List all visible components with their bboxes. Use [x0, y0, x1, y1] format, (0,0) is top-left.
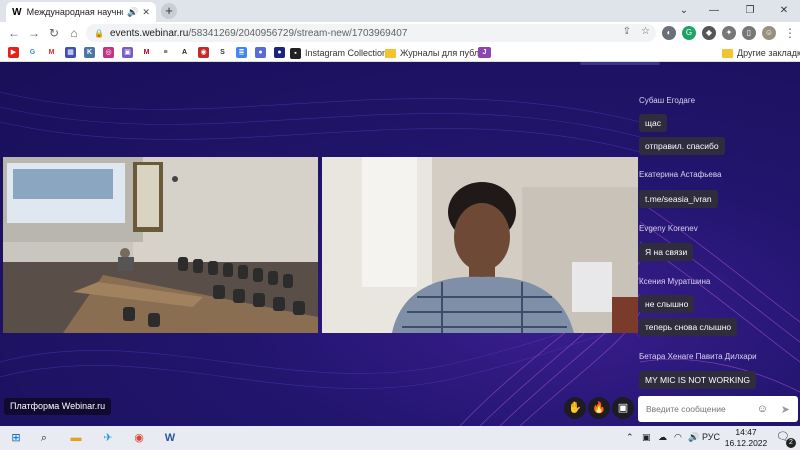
- bookmark-chat-icon[interactable]: ●: [255, 47, 266, 58]
- tab-close-icon[interactable]: ✕: [141, 7, 151, 18]
- chat-message-input[interactable]: [646, 404, 746, 414]
- jpg-bookmark-icon[interactable]: J: [478, 47, 491, 58]
- tab-search-icon[interactable]: ⌄: [670, 3, 698, 19]
- chat-author: Бетара Хенаге Павита Дилхари: [639, 352, 757, 361]
- bookmark-instagram-collection[interactable]: ▪ Instagram Collection: [290, 46, 387, 60]
- vk-bookmark-icon[interactable]: K: [84, 47, 95, 58]
- chat-panel: Субаш Егодаге щас отправил. спасибо Екат…: [636, 62, 800, 426]
- url-path: /58341269/2040956729/stream-new/17039694…: [188, 27, 408, 39]
- conference-hall-image: [3, 157, 318, 333]
- video-feed-conference-hall[interactable]: [3, 157, 318, 333]
- windows-start-icon[interactable]: ⊞: [8, 430, 24, 446]
- browser-tab[interactable]: W Международная научно-пр 🔊 ✕: [6, 2, 156, 22]
- webinar-favicon-icon: W: [12, 6, 22, 18]
- new-tab-button[interactable]: +: [161, 3, 177, 19]
- bookmark-ab-icon[interactable]: A: [179, 47, 190, 58]
- platform-label[interactable]: Платформа Webinar.ru: [4, 398, 112, 415]
- tab-title: Международная научно-пр: [26, 7, 124, 17]
- bookmark-journals-folder[interactable]: Журналы для публ...: [385, 46, 487, 60]
- chat-message: Я на связи: [639, 243, 694, 261]
- video-feed-speaker[interactable]: [322, 157, 638, 333]
- bookmark-red-icon[interactable]: M: [141, 47, 152, 58]
- folder-icon: [385, 48, 396, 58]
- bookmark-image-icon[interactable]: ▣: [122, 47, 133, 58]
- wifi-icon[interactable]: ◠: [674, 432, 682, 443]
- browser-toolbar: ← → ↻ ⌂ 🔒 events.webinar.ru/58341269/204…: [0, 22, 800, 44]
- youtube-bookmark-icon[interactable]: ▶: [8, 47, 19, 58]
- bookmark-star-icon[interactable]: ☆: [641, 26, 650, 37]
- extension-icon[interactable]: ◐: [662, 26, 676, 40]
- forward-button[interactable]: →: [26, 25, 42, 41]
- notification-count-badge: 2: [786, 438, 796, 448]
- tray-app-icon[interactable]: ▣: [642, 432, 651, 443]
- clock-date: 16.12.2022: [724, 438, 768, 448]
- screen-layout-icon[interactable]: ▣: [612, 397, 634, 419]
- windows-taskbar: ⊞ ⌕ ▬ ✈ ◉ W ⌃ ▣ ☁ ◠ 🔊 РУС 14:47 16.12.20…: [0, 426, 800, 450]
- search-icon[interactable]: ⌕: [36, 430, 52, 446]
- file-explorer-icon[interactable]: ▬: [68, 430, 84, 446]
- bookmark-circle-icon[interactable]: ◉: [198, 47, 209, 58]
- emoji-icon[interactable]: ☺: [757, 403, 768, 415]
- google-bookmark-icon[interactable]: G: [27, 47, 38, 58]
- bookmarks-bar: ▶ G M ▦ K ◎ ▣ M ≡ A ◉ S ≣ ● ● ▪ Instagra…: [0, 44, 800, 62]
- clock-time: 14:47: [735, 427, 757, 437]
- chat-author: Evgeny Korenev: [639, 224, 698, 233]
- instagram-bookmark-icon[interactable]: ◎: [103, 47, 114, 58]
- bookmark-label: Журналы для публ...: [400, 48, 487, 58]
- speaker-icon[interactable]: 🔊: [127, 7, 138, 18]
- chat-message-link[interactable]: t.me/seasia_ivran: [639, 190, 718, 208]
- menu-kebab-icon[interactable]: ⋮: [782, 25, 798, 41]
- webinar-stage: Платформа Webinar.ru ✋ 🔥 ▣ Субаш Егодаге…: [0, 62, 800, 426]
- tray-chevron-icon[interactable]: ⌃: [626, 432, 634, 443]
- chat-author: Екатерина Астафьева: [639, 170, 722, 179]
- share-icon[interactable]: ⇪: [623, 26, 631, 37]
- reaction-flame-icon[interactable]: 🔥: [588, 397, 610, 419]
- chat-author: Субаш Егодаге: [639, 96, 696, 105]
- bookmark-other-folder[interactable]: Другие закладки: [722, 46, 800, 60]
- instagram-collection-icon: ▪: [290, 47, 301, 59]
- minimize-button[interactable]: —: [700, 3, 728, 19]
- chat-message: MY MIC IS NOT WORKING: [639, 371, 756, 389]
- bookmark-s-icon[interactable]: S: [217, 47, 228, 58]
- back-button[interactable]: ←: [6, 25, 22, 41]
- url-host: events.webinar.ru: [109, 27, 189, 39]
- telegram-icon[interactable]: ✈: [100, 430, 116, 446]
- bookmark-app-icon[interactable]: ▦: [65, 47, 76, 58]
- raise-hand-icon[interactable]: ✋: [564, 397, 586, 419]
- taskbar-clock[interactable]: 14:47 16.12.2022: [722, 427, 770, 449]
- bookmark-stripes-icon[interactable]: ≡: [160, 47, 171, 58]
- send-icon[interactable]: ➤: [781, 403, 790, 416]
- browser-tab-strip: W Международная научно-пр 🔊 ✕ + ⌄ — ❐ ✕: [0, 0, 800, 22]
- chat-message: щас: [639, 114, 667, 132]
- chrome-icon[interactable]: ◉: [131, 430, 147, 446]
- bookmark-blue-circle-icon[interactable]: ●: [274, 47, 285, 58]
- lock-icon: 🔒: [94, 28, 104, 38]
- bookmark-label: Instagram Collection: [305, 48, 388, 58]
- grammarly-icon[interactable]: G: [682, 26, 696, 40]
- url-text: events.webinar.ru/58341269/2040956729/st…: [110, 28, 407, 39]
- folder-icon: [722, 48, 733, 58]
- language-indicator[interactable]: РУС: [702, 432, 720, 442]
- chat-message: теперь снова слышно: [639, 318, 738, 336]
- bookmark-label: Другие закладки: [737, 48, 800, 58]
- docs-bookmark-icon[interactable]: ≣: [236, 47, 247, 58]
- word-icon[interactable]: W: [162, 430, 178, 446]
- chat-message: отправил. спасибо: [639, 137, 725, 155]
- gmail-bookmark-icon[interactable]: M: [46, 47, 57, 58]
- side-panel-icon[interactable]: ▯: [742, 26, 756, 40]
- maximize-button[interactable]: ❐: [736, 3, 764, 19]
- extension-2-icon[interactable]: ◆: [702, 26, 716, 40]
- chat-composer: ☺ ➤: [638, 396, 798, 422]
- home-button[interactable]: ⌂: [66, 25, 82, 41]
- volume-icon[interactable]: 🔊: [688, 432, 699, 443]
- address-bar[interactable]: 🔒 events.webinar.ru/58341269/2040956729/…: [86, 24, 656, 42]
- speaker-camera-image: [322, 157, 638, 333]
- close-window-button[interactable]: ✕: [770, 3, 798, 19]
- extensions-puzzle-icon[interactable]: ✦: [722, 26, 736, 40]
- chat-message: не слышно: [639, 295, 695, 313]
- chat-author: Ксения Муратшина: [639, 277, 711, 286]
- reload-button[interactable]: ↻: [46, 25, 62, 41]
- cloud-icon[interactable]: ☁: [658, 432, 667, 443]
- profile-avatar[interactable]: ☺: [762, 26, 776, 40]
